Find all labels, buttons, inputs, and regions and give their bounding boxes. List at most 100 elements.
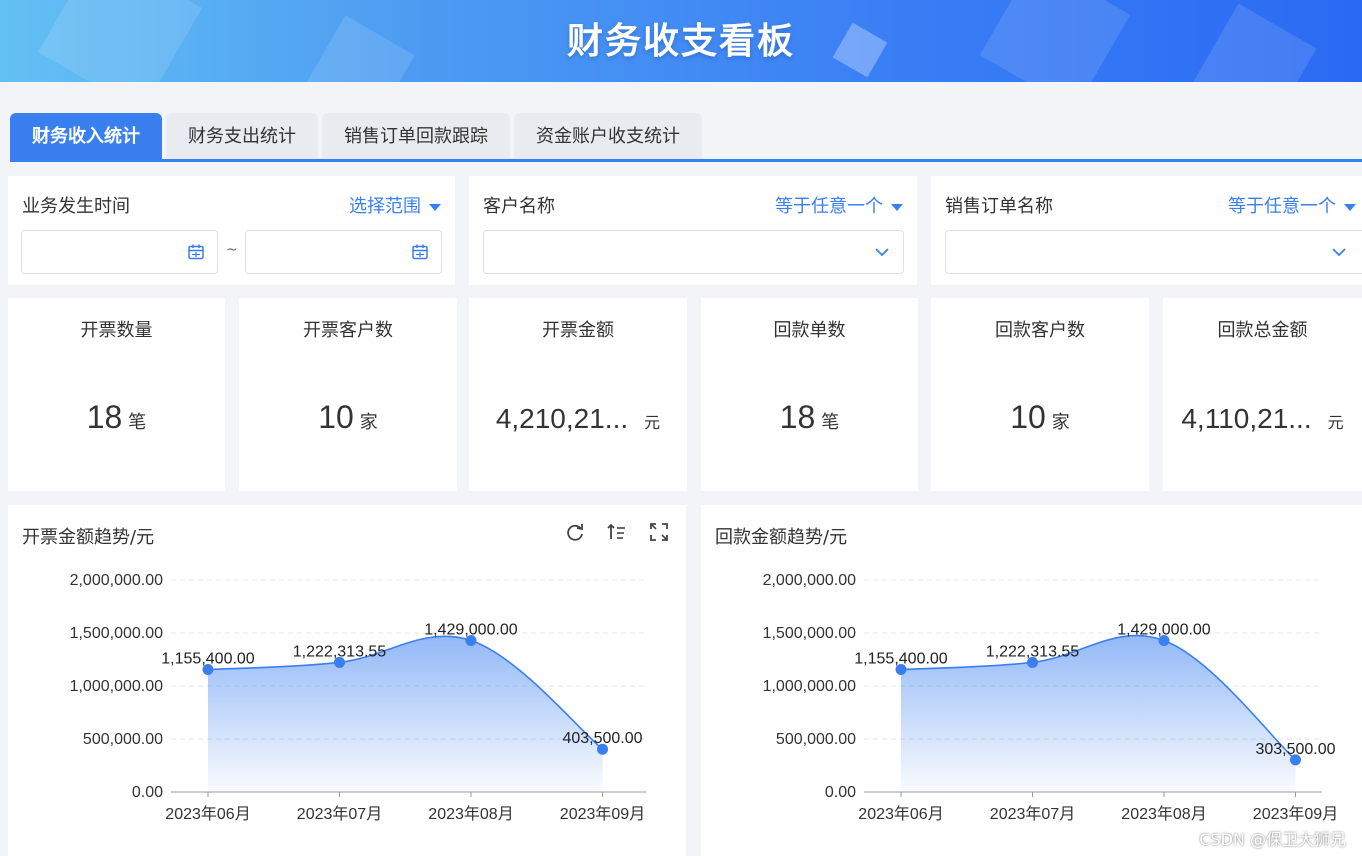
data-label: 403,500.00 — [562, 730, 642, 747]
kpi-unit: 笔 — [821, 412, 840, 433]
y-tick-label: 1,000,000.00 — [70, 678, 164, 695]
chart-toolbar — [564, 521, 670, 543]
calendar-icon — [412, 244, 428, 260]
kpi-number: 4,210,21... — [495, 403, 629, 434]
data-label: 1,222,313.55 — [293, 643, 387, 660]
calendar-icon — [188, 244, 204, 260]
payment-trend-chart: 0.00 500,000.00 1,000,000.00 1,500,000.00 2,… — [763, 572, 1339, 823]
y-tick-label: 500,000.00 — [83, 731, 163, 748]
y-tick-label: 0.00 — [132, 784, 163, 801]
x-tick-label: 2023年06月 — [165, 805, 250, 823]
tab-bar: 财务收入统计 财务支出统计 销售订单回款跟踪 资金账户收支统计 — [10, 113, 702, 161]
start-date-input[interactable] — [21, 230, 218, 274]
data-label: 1,222,313.55 — [986, 643, 1080, 660]
kpi-value: 18 笔 — [701, 398, 918, 436]
y-tick-label: 0.00 — [825, 784, 856, 801]
data-label: 303,500.00 — [1255, 741, 1335, 758]
kpi-number: 18 — [779, 399, 816, 435]
tab-account-stats[interactable]: 资金账户收支统计 — [514, 113, 702, 161]
panel-title: 开票金额趋势/元 — [22, 527, 155, 548]
kpi-value: 4,210,21... 元 — [469, 398, 687, 436]
filter-label: 销售订单名称 — [945, 196, 1053, 217]
kpi-title: 回款客户数 — [995, 320, 1085, 341]
chevron-down-icon — [875, 248, 889, 257]
tab-underline — [10, 159, 1362, 162]
tab-expense-stats[interactable]: 财务支出统计 — [166, 113, 318, 161]
kpi-title: 回款单数 — [773, 320, 846, 341]
kpi-number: 10 — [318, 399, 354, 435]
kpi-number: 4,110,21... — [1181, 403, 1312, 434]
kpi-value: 4,110,21... 元 — [1163, 398, 1362, 436]
kpi-value: 10 家 — [239, 398, 457, 436]
filter-mode-dropdown[interactable]: 等于任意一个 — [775, 192, 903, 218]
data-label: 1,155,400.00 — [854, 651, 948, 668]
kpi-card-invoice-count: 开票数量 18 笔 — [8, 298, 225, 491]
tab-order-payment-tracking[interactable]: 销售订单回款跟踪 — [322, 113, 510, 161]
filter-sales-order: 销售订单名称 等于任意一个 — [931, 176, 1362, 285]
y-tick-label: 1,000,000.00 — [763, 678, 857, 695]
y-tick-label: 1,500,000.00 — [70, 625, 164, 642]
caret-down-icon — [429, 203, 441, 211]
filter-customer-name: 客户名称 等于任意一个 — [469, 176, 917, 285]
kpi-unit: 元 — [1327, 413, 1344, 432]
filter-label: 业务发生时间 — [22, 196, 130, 217]
kpi-number: 10 — [1010, 399, 1046, 435]
filter-mode-dropdown[interactable]: 等于任意一个 — [1228, 192, 1356, 218]
kpi-title: 开票数量 — [80, 320, 153, 341]
x-tick-label: 2023年08月 — [428, 805, 513, 823]
kpi-card-payment-customers: 回款客户数 10 家 — [931, 298, 1149, 491]
x-tick-label: 2023年07月 — [297, 805, 382, 823]
sort-icon[interactable] — [606, 521, 628, 543]
kpi-unit: 元 — [644, 413, 661, 432]
chevron-down-icon — [1332, 248, 1346, 257]
kpi-title: 开票金额 — [542, 320, 614, 341]
data-label: 1,429,000.00 — [1117, 622, 1211, 639]
x-tick-label: 2023年09月 — [560, 805, 645, 823]
data-label: 1,155,400.00 — [161, 651, 255, 668]
y-tick-label: 1,500,000.00 — [763, 625, 857, 642]
panel-title: 回款金额趋势/元 — [715, 527, 848, 548]
filter-mode-label: 等于任意一个 — [775, 196, 883, 217]
data-label: 1,429,000.00 — [424, 622, 518, 639]
kpi-unit: 家 — [359, 412, 378, 433]
y-tick-label: 500,000.00 — [776, 731, 856, 748]
kpi-value: 18 笔 — [8, 398, 225, 436]
kpi-unit: 家 — [1051, 412, 1070, 433]
kpi-card-invoice-amount: 开票金额 4,210,21... 元 — [469, 298, 687, 491]
kpi-card-invoice-customers: 开票客户数 10 家 — [239, 298, 457, 491]
caret-down-icon — [1344, 203, 1356, 211]
dashboard-title: 财务收支看板 — [566, 21, 795, 62]
x-tick-label: 2023年08月 — [1121, 805, 1206, 823]
x-tick-label: 2023年06月 — [858, 805, 943, 823]
kpi-value: 10 家 — [931, 398, 1149, 436]
invoice-trend-chart: 0.00 500,000.00 1,000,000.00 1,500,000.00 2,… — [70, 572, 646, 823]
y-tick-label: 2,000,000.00 — [70, 572, 164, 589]
filter-mode-dropdown[interactable]: 选择范围 — [349, 192, 441, 218]
chart-panel-invoice-trend: 0.00 500,000.00 1,000,000.00 1,500,000.00 2,… — [8, 505, 686, 856]
kpi-card-payment-total: 回款总金额 4,110,21... 元 — [1163, 298, 1362, 491]
chart-panel-payment-trend: 0.00 500,000.00 1,000,000.00 1,500,000.00 2,… — [701, 505, 1362, 856]
filter-label: 客户名称 — [483, 196, 555, 217]
watermark: CSDN @保卫大狮兄 — [1199, 830, 1346, 849]
header-banner: 财务收支看板 — [0, 0, 1362, 82]
x-tick-label: 2023年09月 — [1253, 805, 1338, 823]
sales-order-select[interactable] — [945, 230, 1362, 274]
tab-income-stats[interactable]: 财务收入统计 — [10, 113, 162, 161]
kpi-unit: 笔 — [128, 412, 147, 433]
kpi-number: 18 — [86, 399, 123, 435]
fullscreen-icon[interactable] — [648, 521, 670, 543]
kpi-title: 开票客户数 — [303, 320, 393, 341]
filter-business-date: 业务发生时间 选择范围 ~ — [8, 176, 455, 285]
y-tick-label: 2,000,000.00 — [763, 572, 857, 589]
kpi-title: 回款总金额 — [1217, 320, 1308, 341]
filter-mode-label: 等于任意一个 — [1228, 196, 1336, 217]
refresh-icon[interactable] — [564, 521, 586, 543]
area-fill — [208, 636, 603, 792]
kpi-card-payment-count: 回款单数 18 笔 — [701, 298, 918, 491]
customer-select[interactable] — [483, 230, 904, 274]
area-fill — [901, 635, 1296, 792]
date-range-separator: ~ — [226, 242, 238, 258]
filter-mode-label: 选择范围 — [349, 196, 421, 217]
end-date-input[interactable] — [245, 230, 442, 274]
x-tick-label: 2023年07月 — [990, 805, 1075, 823]
